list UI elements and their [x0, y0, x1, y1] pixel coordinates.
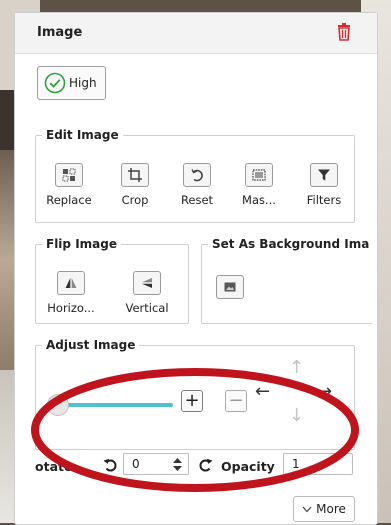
- check-circle-icon: [44, 72, 66, 94]
- plus-icon: +: [184, 390, 200, 411]
- flip-horizontal-icon: [65, 278, 77, 288]
- flip-horizontal-label: Horizo...: [47, 301, 95, 315]
- quality-label: High: [69, 76, 97, 90]
- filters-button[interactable]: Filters: [299, 163, 349, 207]
- rotate-value: 0: [132, 457, 140, 471]
- reset-icon: [191, 169, 203, 182]
- arrow-right-icon[interactable]: →: [317, 383, 332, 401]
- stepper-icon[interactable]: [173, 458, 182, 471]
- flip-vertical-label: Vertical: [125, 301, 169, 315]
- arrow-down-icon[interactable]: ↓: [289, 407, 304, 425]
- mask-button[interactable]: Mas...: [237, 163, 281, 207]
- rotate-label: otate: [35, 459, 73, 474]
- edit-image-legend: Edit Image: [46, 128, 119, 142]
- opacity-value: 1: [292, 457, 300, 471]
- zoom-in-button[interactable]: +: [181, 390, 203, 412]
- crop-button[interactable]: Crop: [113, 163, 157, 207]
- quality-button[interactable]: High: [37, 66, 106, 100]
- arrow-left-icon[interactable]: ←: [255, 383, 270, 401]
- background-legend: Set As Background Ima: [212, 237, 370, 251]
- minus-icon: −: [228, 390, 244, 411]
- arrow-up-icon[interactable]: ↑: [289, 359, 304, 377]
- set-background-button[interactable]: [215, 275, 245, 305]
- flip-vertical-icon: [142, 278, 152, 288]
- more-label: More: [316, 502, 346, 516]
- rotate-right-icon[interactable]: [199, 458, 213, 472]
- filters-label: Filters: [306, 193, 342, 207]
- trash-icon[interactable]: [337, 23, 351, 41]
- crop-icon: [128, 168, 142, 182]
- panel-title: Image: [37, 25, 83, 40]
- reset-button[interactable]: Reset: [175, 163, 219, 207]
- panel-header: Image: [15, 13, 377, 54]
- flip-vertical-button[interactable]: Vertical: [115, 271, 179, 315]
- image-icon: [224, 282, 236, 292]
- image-properties-panel: Image High Edit Image Replace Crop Reset…: [14, 12, 378, 525]
- mask-icon: [252, 169, 266, 181]
- replace-label: Replace: [46, 193, 92, 207]
- flip-image-legend: Flip Image: [46, 237, 117, 251]
- zoom-slider-thumb[interactable]: [47, 394, 69, 416]
- chevron-down-icon: [302, 506, 312, 512]
- replace-button[interactable]: Replace: [43, 163, 95, 207]
- rotate-left-icon[interactable]: [103, 458, 117, 472]
- opacity-input[interactable]: 1: [283, 453, 353, 475]
- zoom-out-button[interactable]: −: [225, 390, 247, 412]
- replace-icon: [62, 168, 76, 182]
- zoom-slider-track[interactable]: [57, 403, 173, 407]
- flip-horizontal-button[interactable]: Horizo...: [39, 271, 103, 315]
- reset-label: Reset: [180, 193, 214, 207]
- more-button[interactable]: More: [293, 496, 355, 522]
- rotate-input[interactable]: 0: [123, 453, 189, 475]
- opacity-label: Opacity: [221, 459, 275, 474]
- mask-label: Mas...: [242, 193, 276, 207]
- adjust-image-legend: Adjust Image: [46, 338, 136, 352]
- filter-icon: [318, 169, 330, 181]
- crop-label: Crop: [121, 193, 149, 207]
